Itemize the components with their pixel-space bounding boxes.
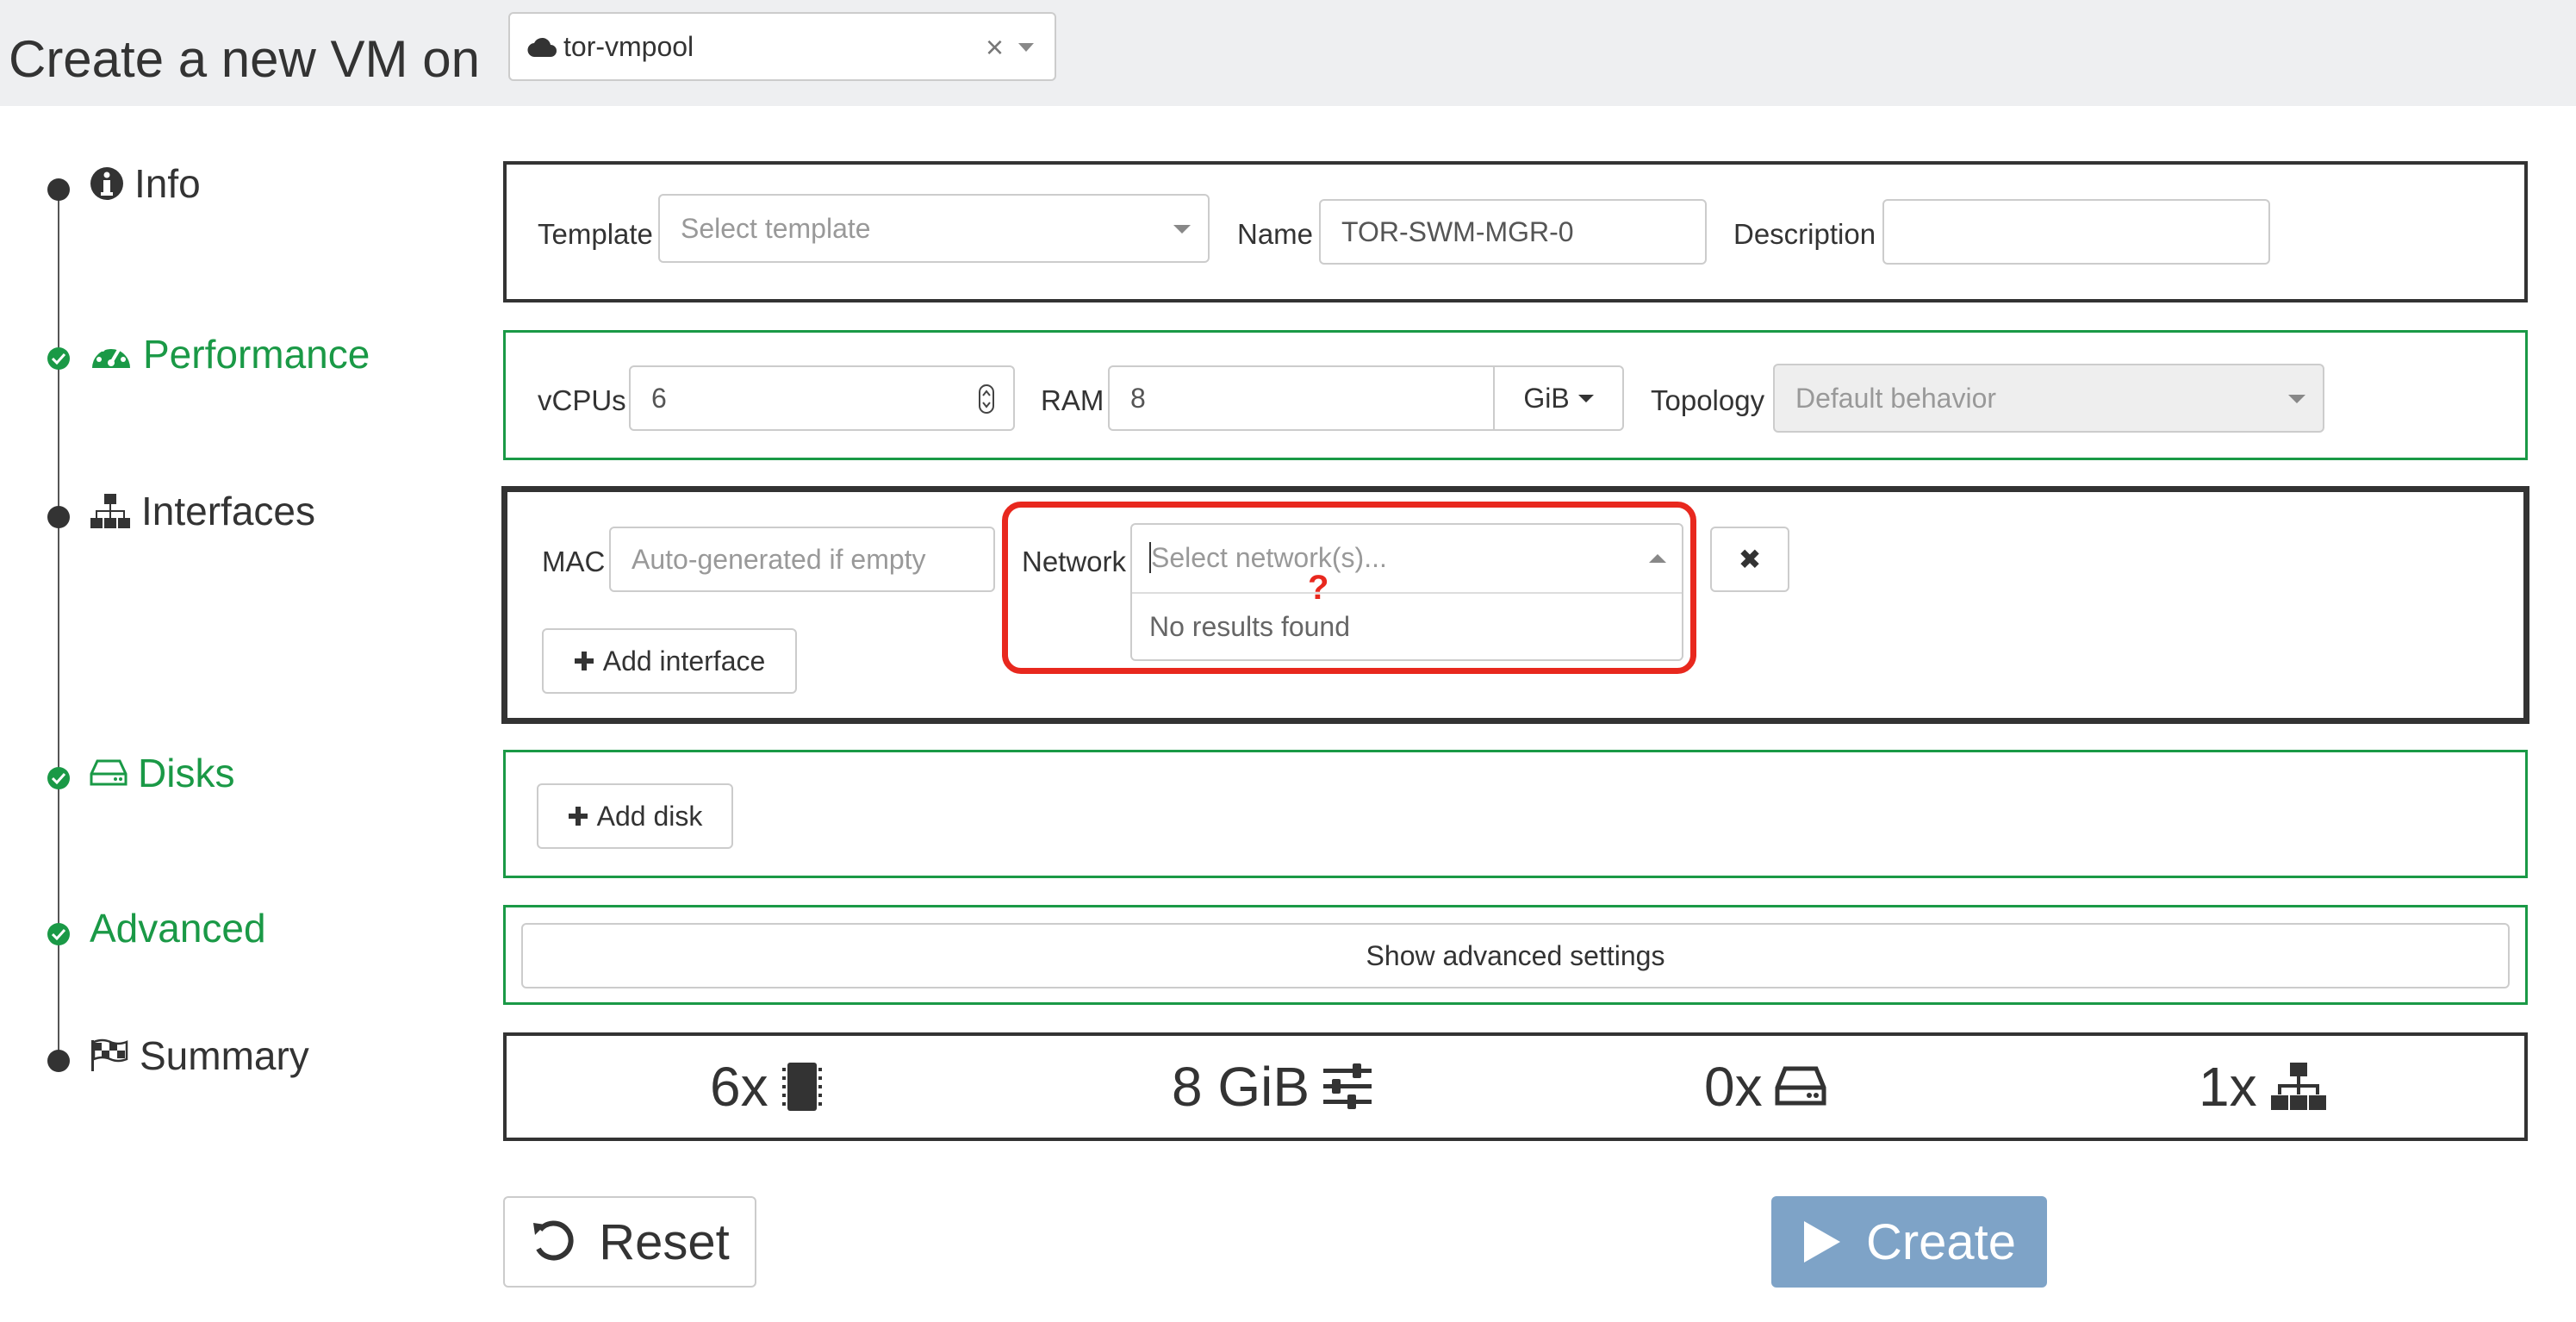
hdd-icon (90, 759, 128, 786)
spinner-icon[interactable] (979, 384, 994, 414)
add-interface-button[interactable]: Add interface (542, 628, 797, 694)
chevron-down-icon (2288, 395, 2305, 403)
step-marker-performance (47, 347, 70, 370)
show-advanced-button[interactable]: Show advanced settings (521, 923, 2510, 988)
summary-interfaces: 1x (2199, 1055, 2328, 1119)
check-icon (52, 772, 65, 784)
step-performance-label: Performance (143, 332, 370, 377)
add-disk-label: Add disk (596, 800, 703, 832)
mac-input[interactable]: Auto-generated if empty (609, 527, 995, 592)
info-panel: Template Select template Name TOR-SWM-MG… (503, 161, 2528, 302)
step-summary: Summary (90, 1032, 309, 1079)
step-disks-label: Disks (138, 751, 235, 795)
step-marker-disks (47, 767, 70, 789)
description-label: Description (1733, 218, 1876, 250)
advanced-panel: Show advanced settings (503, 905, 2528, 1005)
vcpus-input[interactable]: 6 (629, 365, 1015, 431)
flag-checkered-icon (91, 1038, 128, 1071)
step-disks: Disks (90, 750, 234, 796)
mac-placeholder: Auto-generated if empty (632, 543, 926, 575)
sitemap-icon (2270, 1063, 2326, 1110)
step-info: Info (90, 160, 201, 207)
step-advanced: Advanced (90, 905, 266, 951)
reset-button[interactable]: Reset (503, 1196, 756, 1288)
caret-down-icon (1577, 394, 1594, 402)
step-interfaces-label: Interfaces (141, 489, 315, 533)
cloud-icon (527, 37, 557, 58)
reset-label: Reset (599, 1213, 730, 1270)
step-advanced-label: Advanced (90, 906, 266, 951)
play-icon (1803, 1221, 1840, 1263)
topology-label: Topology (1651, 384, 1765, 416)
sitemap-icon (90, 494, 130, 528)
pool-select-value: tor-vmpool (563, 31, 694, 62)
hdd-icon (1775, 1066, 1826, 1106)
sliders-icon (1323, 1063, 1372, 1109)
ram-input[interactable]: 8 (1108, 365, 1497, 431)
times-icon: ✖ (1738, 544, 1762, 575)
step-marker-summary (47, 1050, 70, 1072)
template-label: Template (538, 218, 653, 250)
add-interface-label: Add interface (602, 645, 766, 677)
summary-cpus: 6x (710, 1055, 824, 1119)
ram-label: RAM (1041, 384, 1104, 416)
step-info-label: Info (134, 161, 201, 206)
remove-interface-button[interactable]: ✖ (1710, 527, 1789, 592)
template-placeholder: Select template (681, 212, 871, 244)
question-annotation: ? (1308, 569, 1329, 607)
name-value: TOR-SWM-MGR-0 (1341, 215, 1574, 247)
ram-unit-dropdown[interactable]: GiB (1493, 365, 1624, 431)
step-interfaces: Interfaces (90, 488, 315, 534)
undo-icon (533, 1220, 574, 1261)
step-marker-advanced (47, 923, 70, 945)
tachometer-icon (92, 342, 130, 368)
step-summary-label: Summary (140, 1033, 309, 1078)
plus-icon (574, 652, 594, 670)
clear-icon[interactable]: × (986, 29, 1004, 65)
performance-panel: vCPUs 6 RAM 8 GiB Topology Default behav… (503, 330, 2528, 460)
check-icon (52, 928, 65, 940)
summary-interfaces-value: 1x (2199, 1056, 2257, 1118)
network-highlight-box (1002, 502, 1696, 674)
step-performance: Performance (90, 331, 370, 377)
step-marker-interfaces (47, 506, 70, 528)
add-disk-button[interactable]: Add disk (537, 783, 733, 849)
create-button[interactable]: Create (1771, 1196, 2047, 1288)
name-label: Name (1237, 218, 1314, 250)
description-input[interactable] (1882, 199, 2270, 265)
topology-value: Default behavior (1795, 382, 1997, 414)
check-icon (52, 352, 65, 365)
page-title: Create a new VM on (9, 30, 480, 88)
microchip-icon (781, 1063, 822, 1111)
plus-icon (568, 807, 588, 826)
vcpus-label: vCPUs (538, 384, 626, 416)
chevron-down-icon (1173, 225, 1191, 234)
create-label: Create (1865, 1213, 2017, 1270)
summary-ram-value: 8 GiB (1172, 1056, 1310, 1118)
summary-cpus-value: 6x (710, 1056, 768, 1118)
header-bar: Create a new VM on tor-vmpool × (0, 0, 2576, 106)
summary-panel: 6x 8 GiB 0x 1x (503, 1032, 2528, 1141)
summary-disks: 0x (1704, 1055, 1826, 1119)
step-marker-info (47, 178, 70, 201)
show-advanced-label: Show advanced settings (1366, 939, 1665, 971)
template-select[interactable]: Select template (658, 194, 1210, 263)
disks-panel: Add disk (503, 750, 2528, 878)
summary-disks-value: 0x (1704, 1056, 1763, 1118)
mac-label: MAC (542, 546, 606, 577)
chevron-down-icon[interactable] (1018, 43, 1034, 52)
info-circle-icon (90, 167, 123, 200)
ram-unit-label: GiB (1523, 382, 1570, 414)
pool-select[interactable]: tor-vmpool × (508, 12, 1056, 81)
topology-select[interactable]: Default behavior (1773, 364, 2324, 433)
ram-value: 8 (1130, 382, 1146, 414)
vcpus-value: 6 (651, 382, 667, 414)
summary-ram: 8 GiB (1172, 1055, 1373, 1119)
name-input[interactable]: TOR-SWM-MGR-0 (1319, 199, 1707, 265)
